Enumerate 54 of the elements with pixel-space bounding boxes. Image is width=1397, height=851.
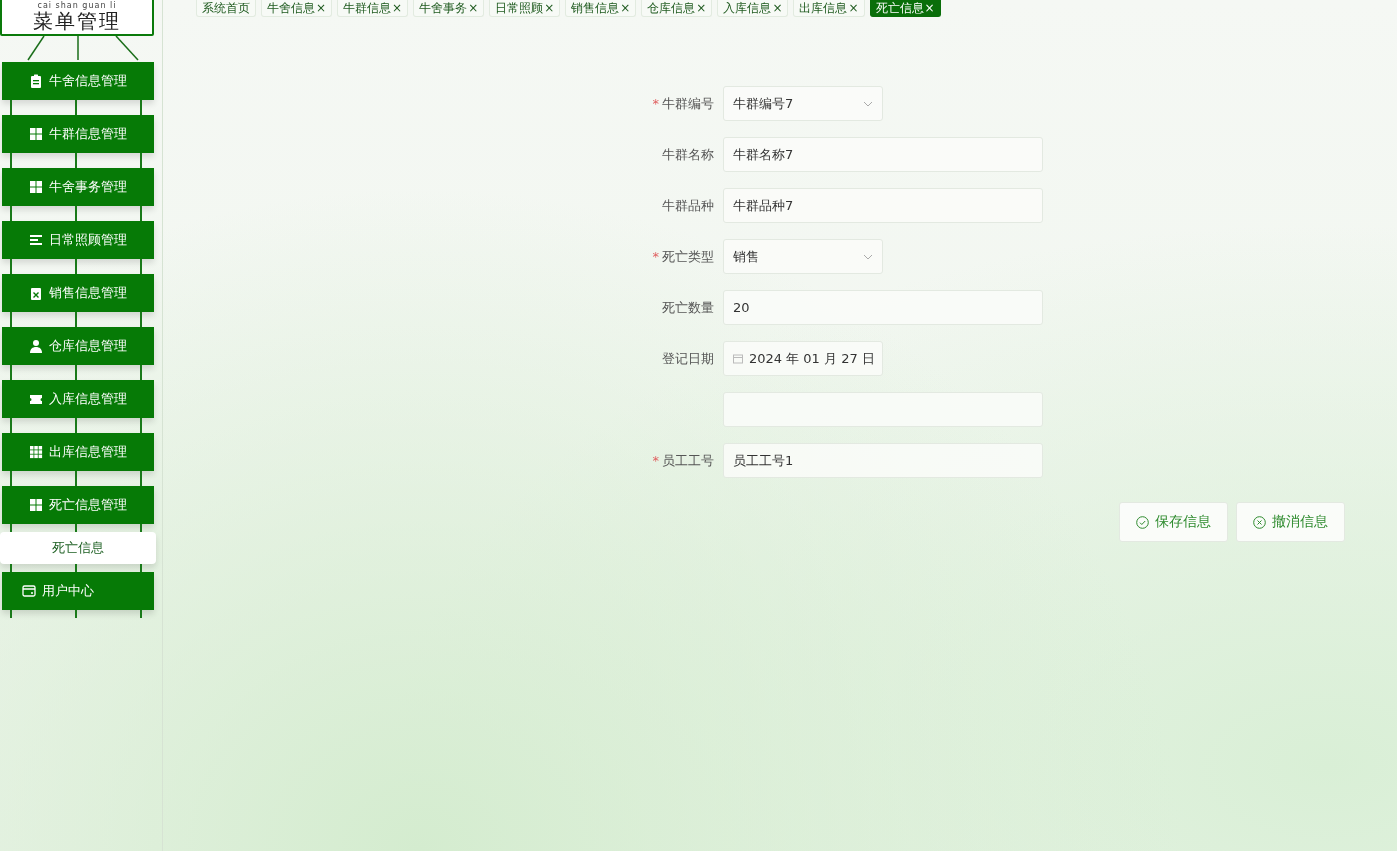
tab[interactable]: 仓库信息× (641, 0, 713, 17)
ticket-icon (29, 392, 43, 406)
menu-item[interactable]: 用户中心 (2, 572, 154, 610)
menu-item[interactable]: 日常照顾管理 (2, 221, 154, 259)
menu-item[interactable]: 死亡信息 (0, 532, 156, 564)
menu-item[interactable]: 牛群信息管理 (2, 115, 154, 153)
grid-icon (29, 180, 43, 194)
field-label: 牛群品种 (661, 196, 715, 215)
tab[interactable]: 销售信息× (565, 0, 637, 17)
date-field[interactable]: 2024 年 01 月 27 日 (723, 341, 883, 376)
close-circle-icon (1253, 515, 1266, 529)
menu-item[interactable]: 仓库信息管理 (2, 327, 154, 365)
select-field[interactable]: 牛群编号7 (723, 86, 883, 121)
chevron-icon (863, 100, 873, 107)
input-field[interactable]: 牛群名称7 (723, 137, 1043, 172)
menu-item[interactable]: 死亡信息管理 (2, 486, 154, 524)
calendar-icon (733, 353, 743, 364)
menu-title: 菜单管理 (33, 10, 121, 32)
select-field[interactable]: 销售 (723, 239, 883, 274)
field-label: * 员工工号 (651, 451, 715, 470)
input-field[interactable]: 20 (723, 290, 1043, 325)
input-field[interactable]: 员工工号1 (723, 443, 1043, 478)
clipboard-icon (29, 74, 43, 88)
clipboard-icon (29, 286, 43, 300)
menu-item[interactable]: 牛舍事务管理 (2, 168, 154, 206)
menu-item[interactable]: 入库信息管理 (2, 380, 154, 418)
tab[interactable]: 入库信息× (717, 0, 789, 17)
tab[interactable]: 死亡信息× (869, 0, 941, 17)
grid-icon (29, 127, 43, 141)
grid-icon (29, 498, 43, 512)
tab[interactable]: 日常照顾× (489, 0, 561, 17)
user-icon (29, 339, 43, 353)
tab[interactable]: 系统首页 (196, 0, 256, 17)
cancel-button[interactable]: 撤消信息 (1236, 502, 1345, 542)
menu-item[interactable]: 销售信息管理 (2, 274, 154, 312)
menu-item[interactable]: 出库信息管理 (2, 433, 154, 471)
field-label: 牛群名称 (661, 145, 715, 164)
field-label: 登记日期 (661, 349, 715, 368)
menu-item[interactable]: 牛舍信息管理 (2, 62, 154, 100)
check-circle-icon (1136, 515, 1149, 529)
tab[interactable]: 牛舍事务× (413, 0, 485, 17)
wallet-icon (22, 584, 36, 598)
pinyin-text: cai shan guan li (37, 2, 117, 10)
tab[interactable]: 出库信息× (793, 0, 865, 17)
chevron-icon (863, 253, 873, 260)
field-label: 死亡数量 (661, 298, 715, 317)
grid-icon (29, 445, 43, 459)
list-icon (29, 233, 43, 247)
field-label: * 死亡类型 (651, 247, 715, 266)
tab[interactable]: 牛群信息× (337, 0, 409, 17)
field-label: * 牛群编号 (651, 94, 715, 113)
save-button[interactable]: 保存信息 (1119, 502, 1228, 542)
input-field[interactable]: 牛群品种7 (723, 188, 1043, 223)
tab[interactable]: 牛舍信息× (261, 0, 333, 17)
